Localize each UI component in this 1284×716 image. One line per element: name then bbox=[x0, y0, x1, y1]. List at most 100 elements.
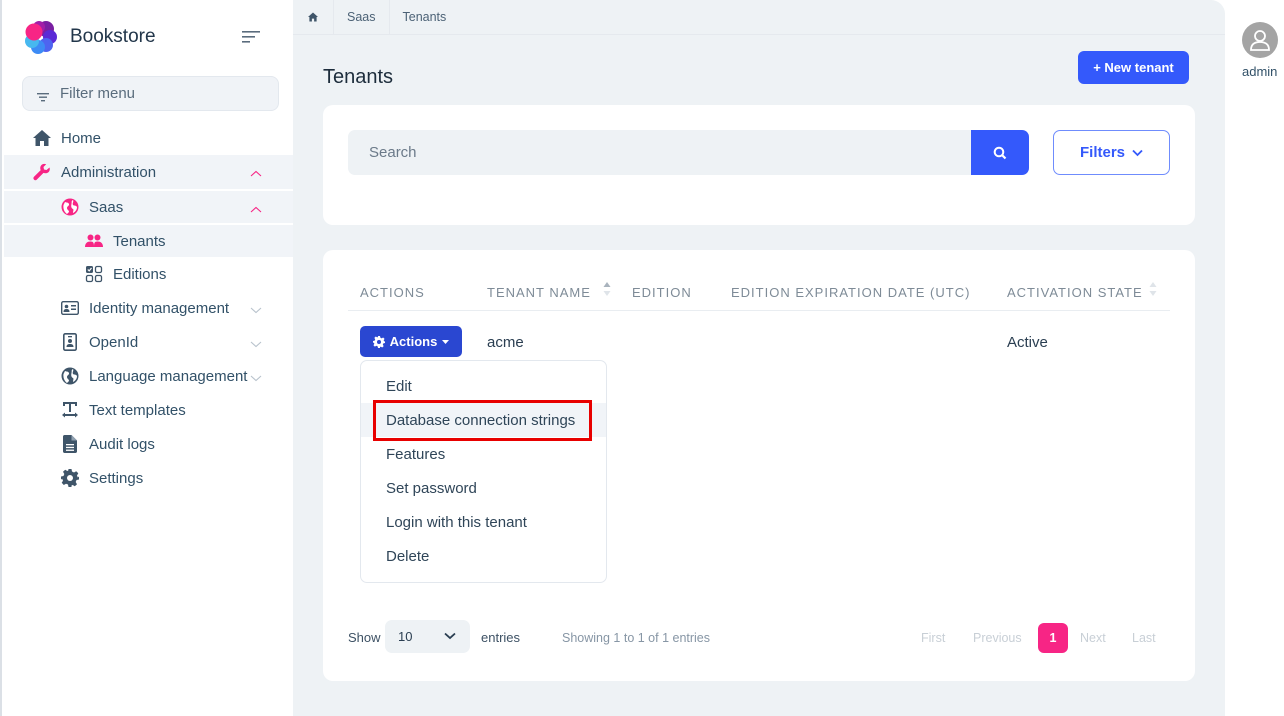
sort-icon[interactable] bbox=[603, 281, 611, 297]
sidebar-item-label: Editions bbox=[113, 265, 167, 283]
search-button[interactable] bbox=[971, 130, 1029, 175]
caret-down-icon bbox=[442, 339, 450, 344]
sidebar-item-label: Settings bbox=[89, 469, 144, 487]
sidebar-item-label: Administration bbox=[61, 163, 157, 181]
actions-label: Actions bbox=[389, 334, 438, 349]
menu-item-features[interactable]: Features bbox=[361, 437, 606, 471]
pagination-last[interactable]: Last bbox=[1132, 631, 1156, 645]
search-placeholder: Search bbox=[369, 144, 417, 161]
page-title: Tenants bbox=[323, 66, 394, 88]
avatar[interactable] bbox=[1242, 22, 1278, 58]
cell-activation-state: Active bbox=[1007, 334, 1048, 351]
entries-label: entries bbox=[481, 630, 521, 645]
sidebar-item-label: Home bbox=[61, 129, 102, 147]
editions-icon bbox=[85, 265, 103, 283]
sidebar-item-identity-management[interactable]: Identity management bbox=[4, 291, 295, 325]
wrench-icon bbox=[33, 163, 51, 181]
brand[interactable]: Bookstore bbox=[24, 20, 156, 54]
main-content: Saas Tenants Tenants + New tenant Search… bbox=[293, 0, 1225, 716]
sidebar-item-openid[interactable]: OpenId bbox=[4, 325, 295, 359]
id-card-icon bbox=[61, 299, 79, 317]
new-tenant-button[interactable]: + New tenant bbox=[1078, 51, 1189, 84]
tenants-table-card: ACTIONS TENANT NAME EDITION EDITION EXPI… bbox=[323, 250, 1195, 681]
sidebar-item-label: OpenId bbox=[89, 333, 139, 351]
menu-item-delete[interactable]: Delete bbox=[361, 539, 606, 573]
pagination-previous[interactable]: Previous bbox=[973, 631, 1022, 645]
search-input[interactable]: Search bbox=[348, 130, 971, 175]
actions-dropdown-button[interactable]: Actions bbox=[360, 326, 462, 357]
sidebar-item-label: Saas bbox=[89, 198, 124, 216]
home-icon bbox=[33, 129, 51, 147]
menu-item-set-password[interactable]: Set password bbox=[361, 471, 606, 505]
menu-item-login-with-tenant[interactable]: Login with this tenant bbox=[361, 505, 606, 539]
sidebar-nav: Home Administration Saas Tenants Edition… bbox=[4, 121, 295, 495]
filter-menu-input[interactable]: Filter menu bbox=[22, 76, 279, 111]
brand-name: Bookstore bbox=[70, 26, 156, 47]
users-icon bbox=[85, 232, 103, 250]
home-icon bbox=[308, 12, 318, 22]
column-header-edition-expiration: EDITION EXPIRATION DATE (UTC) bbox=[731, 285, 971, 300]
chevron-down-icon bbox=[1132, 149, 1143, 156]
search-icon bbox=[993, 146, 1007, 159]
filters-label: Filters bbox=[1079, 144, 1125, 161]
page-size-value: 10 bbox=[398, 629, 413, 644]
globe-icon bbox=[61, 198, 79, 216]
sidebar-item-label: Identity management bbox=[89, 299, 230, 317]
menu-item-edit[interactable]: Edit bbox=[361, 369, 606, 403]
column-header-tenant-name[interactable]: TENANT NAME bbox=[487, 285, 591, 300]
filters-button[interactable]: Filters bbox=[1053, 130, 1170, 175]
sidebar-item-saas[interactable]: Saas bbox=[4, 189, 295, 223]
chevron-down-icon[interactable] bbox=[250, 302, 262, 314]
right-toolbar bbox=[1225, 0, 1284, 716]
sidebar-item-label: Audit logs bbox=[89, 435, 155, 453]
highlight-annotation bbox=[373, 400, 592, 441]
sidebar-item-language-management[interactable]: Language management bbox=[4, 359, 295, 393]
search-card: Search Filters bbox=[323, 105, 1195, 225]
pagination-page-1[interactable]: 1 bbox=[1038, 623, 1068, 653]
user-icon bbox=[1250, 30, 1270, 51]
column-header-edition: EDITION bbox=[632, 285, 692, 300]
chevron-down-icon[interactable] bbox=[250, 336, 262, 348]
sort-icon[interactable] bbox=[1149, 281, 1157, 297]
show-label: Show bbox=[348, 630, 381, 645]
actions-dropdown-menu: Edit Database connection strings Feature… bbox=[360, 360, 607, 583]
id-badge-icon bbox=[61, 333, 79, 351]
chevron-down-icon[interactable] bbox=[250, 370, 262, 382]
sidebar-item-audit-logs[interactable]: Audit logs bbox=[4, 427, 295, 461]
sidebar-item-label: Language management bbox=[89, 367, 248, 385]
menu-toggle-icon[interactable] bbox=[242, 30, 260, 44]
breadcrumb: Saas Tenants bbox=[293, 0, 1225, 35]
breadcrumb-home[interactable] bbox=[293, 0, 334, 35]
logo-icon bbox=[24, 20, 58, 54]
gear-icon bbox=[372, 335, 385, 348]
breadcrumb-item-tenants: Tenants bbox=[402, 10, 447, 24]
chevron-down-icon bbox=[444, 632, 456, 640]
pagination-first[interactable]: First bbox=[921, 631, 945, 645]
sidebar-item-administration[interactable]: Administration bbox=[4, 155, 295, 189]
pagination-next[interactable]: Next bbox=[1080, 631, 1106, 645]
sidebar-item-label: Text templates bbox=[89, 401, 186, 419]
table-header-divider bbox=[348, 310, 1170, 311]
sidebar-item-home[interactable]: Home bbox=[4, 121, 295, 155]
sidebar-item-editions[interactable]: Editions bbox=[4, 257, 295, 291]
sidebar-item-text-templates[interactable]: Text templates bbox=[4, 393, 295, 427]
chevron-up-icon[interactable] bbox=[250, 202, 262, 213]
column-header-actions: ACTIONS bbox=[360, 285, 425, 300]
cell-tenant-name: acme bbox=[487, 334, 524, 351]
pagination-info: Showing 1 to 1 of 1 entries bbox=[562, 631, 711, 645]
breadcrumb-item-saas[interactable]: Saas bbox=[334, 0, 390, 35]
sidebar-item-settings[interactable]: Settings bbox=[4, 461, 295, 495]
page-size-select[interactable]: 10 bbox=[385, 620, 470, 653]
username[interactable]: admin bbox=[1242, 64, 1277, 79]
sidebar-item-tenants[interactable]: Tenants bbox=[4, 223, 295, 257]
sidebar: Bookstore Filter menu Home Administratio… bbox=[0, 0, 295, 716]
file-icon bbox=[61, 435, 79, 453]
sidebar-item-label: Tenants bbox=[113, 232, 166, 250]
filter-menu-placeholder: Filter menu bbox=[60, 85, 136, 102]
chevron-up-icon[interactable] bbox=[250, 166, 262, 177]
text-template-icon bbox=[61, 401, 79, 419]
globe-icon bbox=[61, 367, 79, 385]
filter-icon bbox=[36, 89, 50, 101]
column-header-activation-state[interactable]: ACTIVATION STATE bbox=[1007, 285, 1143, 300]
gear-icon bbox=[61, 469, 79, 487]
